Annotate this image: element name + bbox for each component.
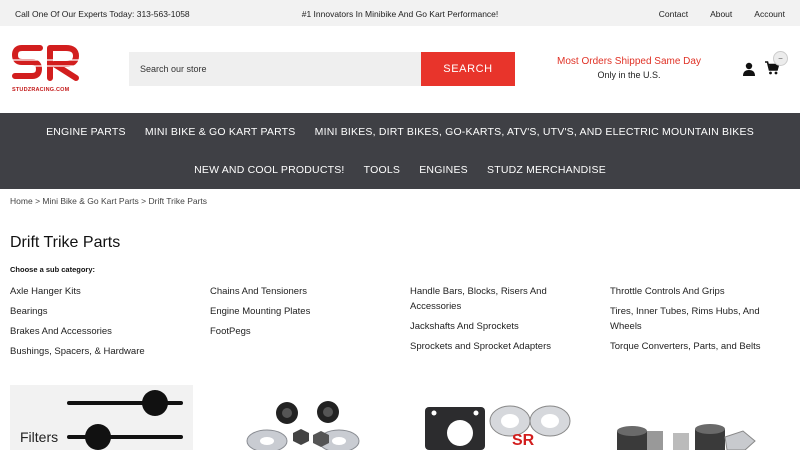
page-title: Drift Trike Parts (10, 234, 121, 251)
sliders-icon (67, 390, 183, 450)
filters-button[interactable]: Filters (10, 385, 193, 450)
subcategory-column-3: Handle Bars, Blocks, Risers And Accessor… (410, 284, 570, 359)
subcategory-column-2: Chains And Tensioners Engine Mounting Pl… (210, 284, 400, 344)
about-link[interactable]: About (710, 9, 732, 19)
account-link[interactable]: Account (754, 9, 785, 19)
subcategory-link[interactable]: Brakes And Accessories (10, 324, 200, 339)
nav-studz-merchandise[interactable]: STUDZ MERCHANDISE (487, 164, 606, 176)
logo-url-text: STUDZRACING.COM (12, 87, 70, 93)
subcategory-link[interactable]: Jackshafts And Sprockets (410, 319, 570, 334)
product-image-hubs[interactable] (605, 385, 765, 450)
product-image-axle-hanger-kit[interactable]: SR (420, 385, 575, 450)
top-links: Contact About Account (637, 9, 785, 19)
subcategory-link[interactable]: Torque Converters, Parts, and Belts (610, 339, 780, 354)
subcategory-link[interactable]: Axle Hanger Kits (10, 284, 200, 299)
nav-row-1: ENGINE PARTS MINI BIKE & GO KART PARTS M… (0, 126, 800, 138)
breadcrumb-current: Drift Trike Parts (148, 196, 208, 206)
subcategory-link[interactable]: Handle Bars, Blocks, Risers And Accessor… (410, 284, 570, 314)
subcategory-link[interactable]: Bearings (10, 304, 200, 319)
breadcrumb-home[interactable]: Home (10, 196, 33, 206)
breadcrumb-mini-bike-go-kart-parts[interactable]: Mini Bike & Go Kart Parts (42, 196, 138, 206)
filters-label: Filters (20, 429, 59, 445)
cart-count-badge[interactable]: − (773, 51, 788, 66)
svg-text:SR: SR (512, 432, 535, 449)
top-bar: Call One Of Our Experts Today: 313-563-1… (0, 0, 800, 26)
subcategory-column-4: Throttle Controls And Grips Tires, Inner… (610, 284, 780, 359)
breadcrumb: Home > Mini Bike & Go Kart Parts > Drift… (10, 196, 207, 206)
subcategory-link[interactable]: FootPegs (210, 324, 400, 339)
nav-row-2: NEW AND COOL PRODUCTS! TOOLS ENGINES STU… (0, 164, 800, 176)
nav-tools[interactable]: TOOLS (364, 164, 400, 176)
contact-link[interactable]: Contact (659, 9, 688, 19)
subcategory-link[interactable]: Engine Mounting Plates (210, 304, 400, 319)
shipping-note: Only in the U.S. (597, 70, 661, 80)
nav-engine-parts[interactable]: ENGINE PARTS (46, 126, 126, 138)
subcategory-link[interactable]: Chains And Tensioners (210, 284, 400, 299)
site-header: STUDZRACING.COM Search our store SEARCH … (0, 26, 800, 113)
shipping-headline: Most Orders Shipped Same Day (557, 56, 701, 67)
nav-vehicles[interactable]: MINI BIKES, DIRT BIKES, GO-KARTS, ATV'S,… (315, 126, 754, 138)
product-image-bearings[interactable] (235, 385, 375, 450)
nav-new-products[interactable]: NEW AND COOL PRODUCTS! (194, 164, 344, 176)
main-nav: ENGINE PARTS MINI BIKE & GO KART PARTS M… (0, 113, 800, 189)
nav-mini-bike-go-kart-parts[interactable]: MINI BIKE & GO KART PARTS (145, 126, 296, 138)
subcategory-label: Choose a sub category: (10, 265, 96, 274)
subcategory-link[interactable]: Sprockets and Sprocket Adapters (410, 339, 570, 354)
subcategory-link[interactable]: Bushings, Spacers, & Hardware (10, 344, 200, 359)
search-button[interactable]: SEARCH (421, 52, 515, 86)
subcategory-link[interactable]: Throttle Controls And Grips (610, 284, 780, 299)
search-input[interactable]: Search our store (129, 52, 421, 86)
subcategory-link[interactable]: Tires, Inner Tubes, Rims Hubs, And Wheel… (610, 304, 780, 334)
subcategory-column-1: Axle Hanger Kits Bearings Brakes And Acc… (10, 284, 200, 364)
account-icon[interactable] (742, 62, 756, 76)
nav-engines[interactable]: ENGINES (419, 164, 468, 176)
